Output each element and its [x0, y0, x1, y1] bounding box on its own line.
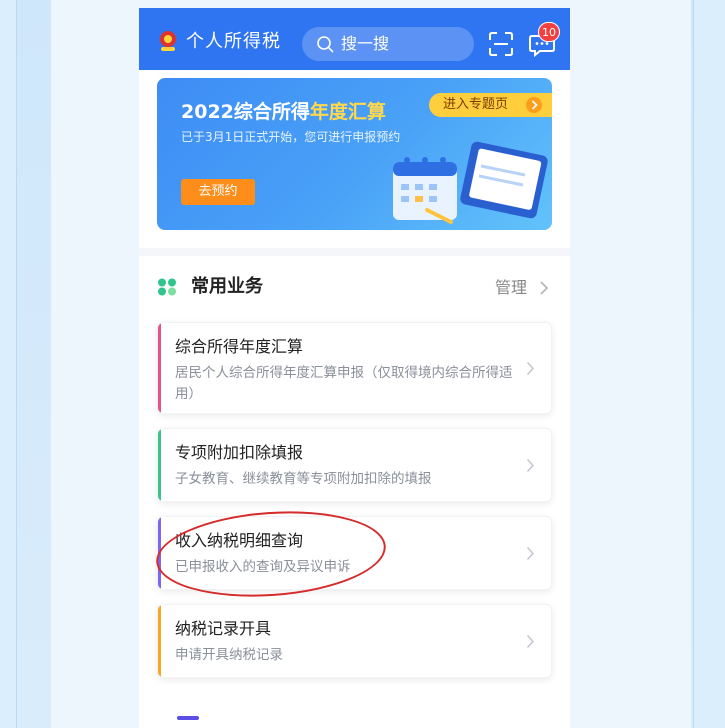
search-icon — [317, 36, 334, 53]
service-card-tax-record[interactable]: 纳税记录开具 申请开具纳税记录 — [157, 604, 552, 678]
annual-settlement-banner[interactable]: 2022综合所得年度汇算 已于3月1日正式开始，您可进行申报预约 去预约 进入专… — [157, 78, 552, 230]
manage-link[interactable]: 管理 — [495, 277, 527, 299]
grid-icon — [158, 278, 176, 296]
banner-description: 已于3月1日正式开始，您可进行申报预约 — [181, 130, 401, 144]
search-input[interactable]: 搜一搜 — [302, 27, 474, 61]
card-description: 子女教育、继续教育等专项附加扣除的填报 — [175, 471, 432, 487]
banner-section: 2022综合所得年度汇算 已于3月1日正式开始，您可进行申报预约 去预约 进入专… — [139, 70, 570, 248]
banner-title-highlight: 年度汇算 — [309, 101, 386, 123]
chevron-right-icon — [526, 361, 535, 376]
scan-icon[interactable] — [488, 31, 514, 57]
calendar-illustration-icon — [393, 141, 548, 224]
service-card-special-deduction[interactable]: 专项附加扣除填报 子女教育、继续教育等专项附加扣除的填报 — [157, 428, 552, 502]
card-title: 专项附加扣除填报 — [175, 443, 304, 462]
message-count-badge: 10 — [538, 22, 560, 42]
phone-screen: 个人所得税 搜一搜 10 2022综合所得年度汇算 已于3月1日正式开始，您可进… — [139, 8, 570, 728]
enter-topic-button[interactable]: 进入专题页 — [429, 93, 552, 117]
banner-title-prefix: 2022综合所得 — [181, 101, 310, 123]
topic-tag-label: 进入专题页 — [443, 97, 509, 112]
chevron-right-icon — [526, 546, 535, 561]
card-accent-bar — [158, 323, 161, 413]
card-description: 居民个人综合所得年度汇算申报（仅取得境内综合所得适用） — [175, 365, 513, 402]
arrow-right-icon — [526, 97, 542, 113]
app-header: 个人所得税 搜一搜 10 — [139, 8, 570, 70]
card-title: 综合所得年度汇算 — [175, 337, 304, 356]
card-title: 纳税记录开具 — [175, 619, 272, 638]
banner-title: 2022综合所得年度汇算 — [181, 100, 386, 124]
common-services-section: 常用业务 管理 综合所得年度汇算 居民个人综合所得年度汇算申报（仅取得境内综合所… — [139, 256, 570, 728]
reserve-button[interactable]: 去预约 — [181, 179, 255, 205]
card-accent-bar — [158, 605, 161, 677]
tax-emblem-icon — [160, 31, 176, 51]
chevron-right-icon[interactable] — [539, 280, 549, 296]
section-title: 常用业务 — [191, 276, 263, 297]
search-placeholder: 搜一搜 — [341, 34, 390, 53]
chevron-right-icon — [526, 458, 535, 473]
next-section-indicator — [177, 716, 199, 720]
card-accent-bar — [158, 429, 161, 501]
app-title: 个人所得税 — [186, 31, 281, 52]
chevron-right-icon — [526, 634, 535, 649]
card-description: 申请开具纳税记录 — [175, 647, 283, 663]
service-card-annual-settlement[interactable]: 综合所得年度汇算 居民个人综合所得年度汇算申报（仅取得境内综合所得适用） — [157, 322, 552, 414]
